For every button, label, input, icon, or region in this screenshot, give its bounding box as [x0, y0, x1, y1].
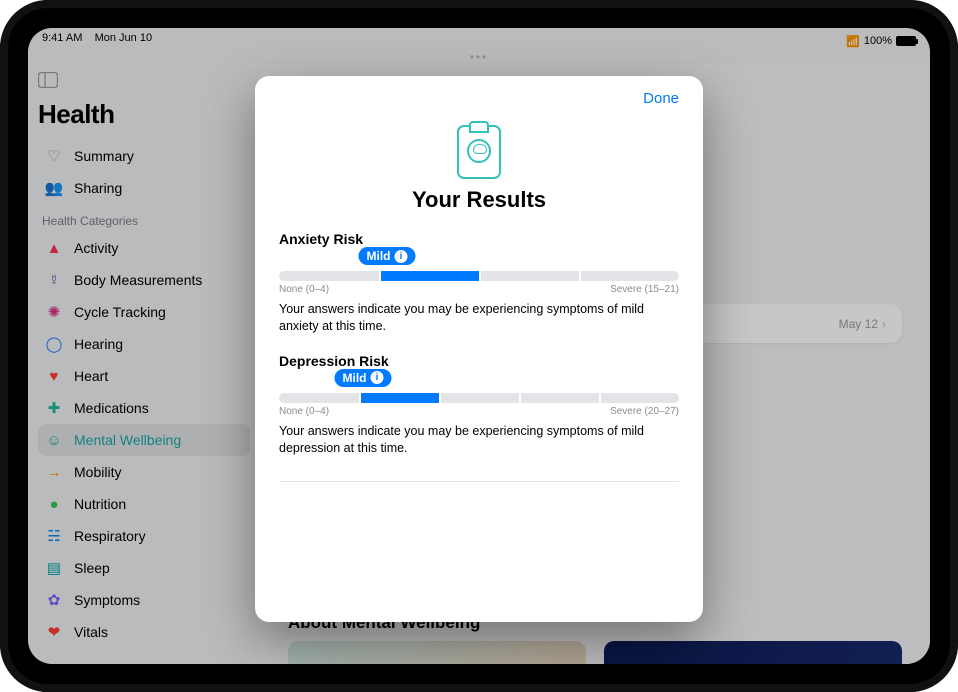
sidebar: Health ♡ Summary 👥 Sharing Health Catego…: [28, 64, 260, 664]
sidebar-item-respiratory[interactable]: ☵ Respiratory: [38, 520, 250, 552]
background-card-date: May 12: [839, 317, 886, 331]
category-icon: ☺: [44, 430, 64, 450]
status-bar: 9:41 AM Mon Jun 10 100%: [28, 28, 930, 50]
sidebar-item-label: Mobility: [74, 464, 121, 480]
battery-percent: 100%: [864, 35, 892, 47]
severity-fill: [379, 271, 479, 281]
category-icon: ❤: [44, 622, 64, 642]
sidebar-item-symptoms[interactable]: ✿ Symptoms: [38, 584, 250, 616]
sidebar-item-activity[interactable]: ▲ Activity: [38, 232, 250, 264]
range-high: Severe (20–27): [610, 406, 679, 417]
done-button[interactable]: Done: [279, 90, 679, 107]
range-low: None (0–4): [279, 284, 329, 295]
sidebar-item-mental-wellbeing[interactable]: ☺ Mental Wellbeing: [38, 424, 250, 456]
sidebar-item-label: Nutrition: [74, 496, 126, 512]
metric-depression-risk: Depression RiskMildiNone (0–4)Severe (20…: [279, 353, 679, 457]
info-icon[interactable]: i: [395, 250, 408, 263]
severity-badge[interactable]: Mildi: [335, 369, 392, 387]
category-icon: ♥: [44, 366, 64, 386]
metric-description: Your answers indicate you may be experie…: [279, 301, 679, 335]
sidebar-item-label: Vitals: [74, 624, 108, 640]
multitask-handle[interactable]: •••: [28, 50, 930, 64]
sidebar-item-sleep[interactable]: ▤ Sleep: [38, 552, 250, 584]
status-left: 9:41 AM Mon Jun 10: [42, 32, 152, 50]
about-thumb-2[interactable]: [604, 641, 902, 664]
category-icon: ●: [44, 494, 64, 514]
sidebar-item-medications[interactable]: ✚ Medications: [38, 392, 250, 424]
sidebar-item-hearing[interactable]: ◯ Hearing: [38, 328, 250, 360]
severity-track: [279, 271, 679, 281]
info-icon[interactable]: i: [371, 371, 384, 384]
sidebar-item-heart[interactable]: ♥ Heart: [38, 360, 250, 392]
severity-badge-label: Mild: [343, 371, 367, 385]
status-date: Mon Jun 10: [95, 32, 152, 44]
category-icon: ▲: [44, 238, 64, 258]
severity-badge[interactable]: Mildi: [359, 247, 416, 265]
sidebar-sharing-label: Sharing: [74, 180, 122, 196]
about-thumbnails: [288, 641, 902, 664]
category-icon: ▤: [44, 558, 64, 578]
ipad-frame: 9:41 AM Mon Jun 10 100% ••• Health ♡ Sum…: [0, 0, 958, 692]
sidebar-item-label: Hearing: [74, 336, 123, 352]
sidebar-item-label: Symptoms: [74, 592, 140, 608]
clipboard-brain-icon: [457, 125, 501, 179]
category-icon: ☵: [44, 526, 64, 546]
sidebar-item-nutrition[interactable]: ● Nutrition: [38, 488, 250, 520]
sidebar-summary-label: Summary: [74, 148, 134, 164]
modal-divider: [279, 481, 679, 482]
sidebar-sharing[interactable]: 👥 Sharing: [38, 172, 250, 204]
range-high: Severe (15–21): [610, 284, 679, 295]
sidebar-item-label: Activity: [74, 240, 118, 256]
severity-fill: [359, 393, 439, 403]
wifi-icon: [846, 35, 860, 48]
severity-track: [279, 393, 679, 403]
sidebar-item-mobility[interactable]: → Mobility: [38, 456, 250, 488]
range-labels: None (0–4) Severe (15–21): [279, 284, 679, 295]
sidebar-item-label: Heart: [74, 368, 108, 384]
sidebar-item-cycle-tracking[interactable]: ✺ Cycle Tracking: [38, 296, 250, 328]
sidebar-item-label: Cycle Tracking: [74, 304, 166, 320]
range-low: None (0–4): [279, 406, 329, 417]
sidebar-toggle-icon[interactable]: [38, 72, 250, 93]
sidebar-item-label: Respiratory: [74, 528, 146, 544]
battery-icon: [896, 36, 916, 46]
status-right: 100%: [846, 32, 916, 50]
category-icon: ✚: [44, 398, 64, 418]
results-modal: Done Your Results Anxiety RiskMildiNone …: [255, 76, 703, 622]
sidebar-item-label: Body Measurements: [74, 272, 202, 288]
metric-anxiety-risk: Anxiety RiskMildiNone (0–4)Severe (15–21…: [279, 231, 679, 335]
range-labels: None (0–4) Severe (20–27): [279, 406, 679, 417]
metric-description: Your answers indicate you may be experie…: [279, 423, 679, 457]
category-icon: ☿: [44, 270, 64, 290]
sidebar-summary[interactable]: ♡ Summary: [38, 140, 250, 172]
category-icon: ✺: [44, 302, 64, 322]
category-icon: →: [44, 462, 64, 482]
metric-title: Anxiety Risk: [279, 231, 679, 247]
metric-title: Depression Risk: [279, 353, 679, 369]
sidebar-item-label: Sleep: [74, 560, 110, 576]
sidebar-item-body-measurements[interactable]: ☿ Body Measurements: [38, 264, 250, 296]
about-thumb-1[interactable]: [288, 641, 586, 664]
modal-title: Your Results: [279, 187, 679, 213]
people-icon: 👥: [44, 178, 64, 198]
category-icon: ✿: [44, 590, 64, 610]
sidebar-section-title: Health Categories: [42, 214, 246, 228]
screen: 9:41 AM Mon Jun 10 100% ••• Health ♡ Sum…: [28, 28, 930, 664]
severity-badge-label: Mild: [367, 249, 391, 263]
heart-outline-icon: ♡: [44, 146, 64, 166]
sidebar-item-vitals[interactable]: ❤ Vitals: [38, 616, 250, 648]
sidebar-item-label: Mental Wellbeing: [74, 432, 181, 448]
sidebar-item-label: Medications: [74, 400, 149, 416]
category-icon: ◯: [44, 334, 64, 354]
app-title: Health: [38, 99, 250, 130]
status-time: 9:41 AM: [42, 32, 82, 44]
